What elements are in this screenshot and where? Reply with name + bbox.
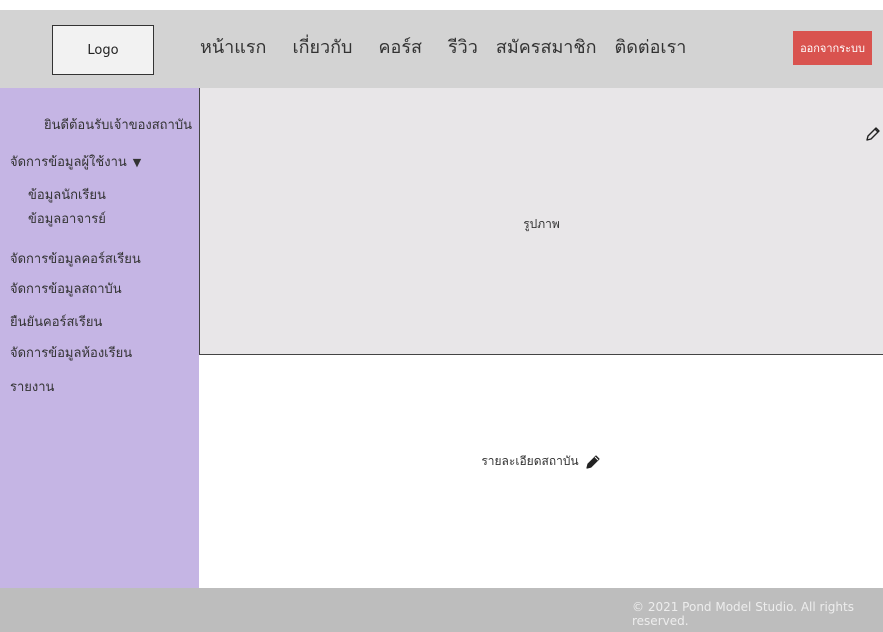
sidebar-item-manage-users[interactable]: จัดการข้อมูลผู้ใช้งาน ▼	[10, 151, 141, 172]
caret-down-icon: ▼	[132, 156, 142, 169]
copyright-text: © 2021 Pond Model Studio. All rights res…	[632, 600, 854, 628]
sidebar-welcome: ยินดีต้อนรับเจ้าของสถาบัน	[44, 118, 192, 133]
details-label: รายละเอียดสถาบัน	[481, 454, 579, 468]
sidebar-item-manage-courses[interactable]: จัดการข้อมูลคอร์สเรียน	[10, 248, 141, 269]
sidebar-item-manage-classrooms[interactable]: จัดการข้อมูลห้องเรียน	[10, 342, 132, 363]
logout-button[interactable]: ออกจากระบบ	[793, 31, 872, 65]
nav-about[interactable]: เกี่ยวกับ	[292, 32, 352, 61]
nav-courses[interactable]: คอร์ส	[378, 32, 422, 61]
main-nav: หน้าแรก เกี่ยวกับ คอร์ส รีวิว สมัครสมาชิ…	[200, 32, 712, 61]
details-row: รายละเอียดสถาบัน	[199, 452, 883, 471]
sidebar-item-reports[interactable]: รายงาน	[10, 376, 54, 397]
institute-details-section: รายละเอียดสถาบัน	[199, 355, 883, 588]
image-label: รูปภาพ	[523, 217, 560, 231]
pencil-icon[interactable]	[865, 126, 881, 142]
sidebar: ยินดีต้อนรับเจ้าของสถาบัน จัดการข้อมูลผู…	[0, 88, 199, 588]
sidebar-item-students[interactable]: ข้อมูลนักเรียน	[28, 184, 106, 205]
logo[interactable]: Logo	[52, 25, 154, 75]
sidebar-item-teachers[interactable]: ข้อมูลอาจารย์	[28, 208, 106, 229]
nav-register[interactable]: สมัครสมาชิก	[496, 32, 597, 61]
sidebar-item-confirm-courses[interactable]: ยืนยันคอร์สเรียน	[10, 311, 102, 332]
footer: © 2021 Pond Model Studio. All rights res…	[0, 588, 883, 632]
pencil-icon[interactable]	[585, 454, 601, 470]
top-navigation-bar: Logo หน้าแรก เกี่ยวกับ คอร์ส รีวิว สมัคร…	[0, 10, 883, 88]
sidebar-item-manage-institute[interactable]: จัดการข้อมูลสถาบัน	[10, 278, 122, 299]
nav-contact[interactable]: ติดต่อเรา	[615, 32, 687, 61]
nav-home[interactable]: หน้าแรก	[200, 32, 266, 61]
nav-reviews[interactable]: รีวิว	[448, 32, 478, 61]
sidebar-item-label: จัดการข้อมูลผู้ใช้งาน	[10, 155, 127, 170]
image-placeholder: รูปภาพ	[199, 88, 883, 355]
